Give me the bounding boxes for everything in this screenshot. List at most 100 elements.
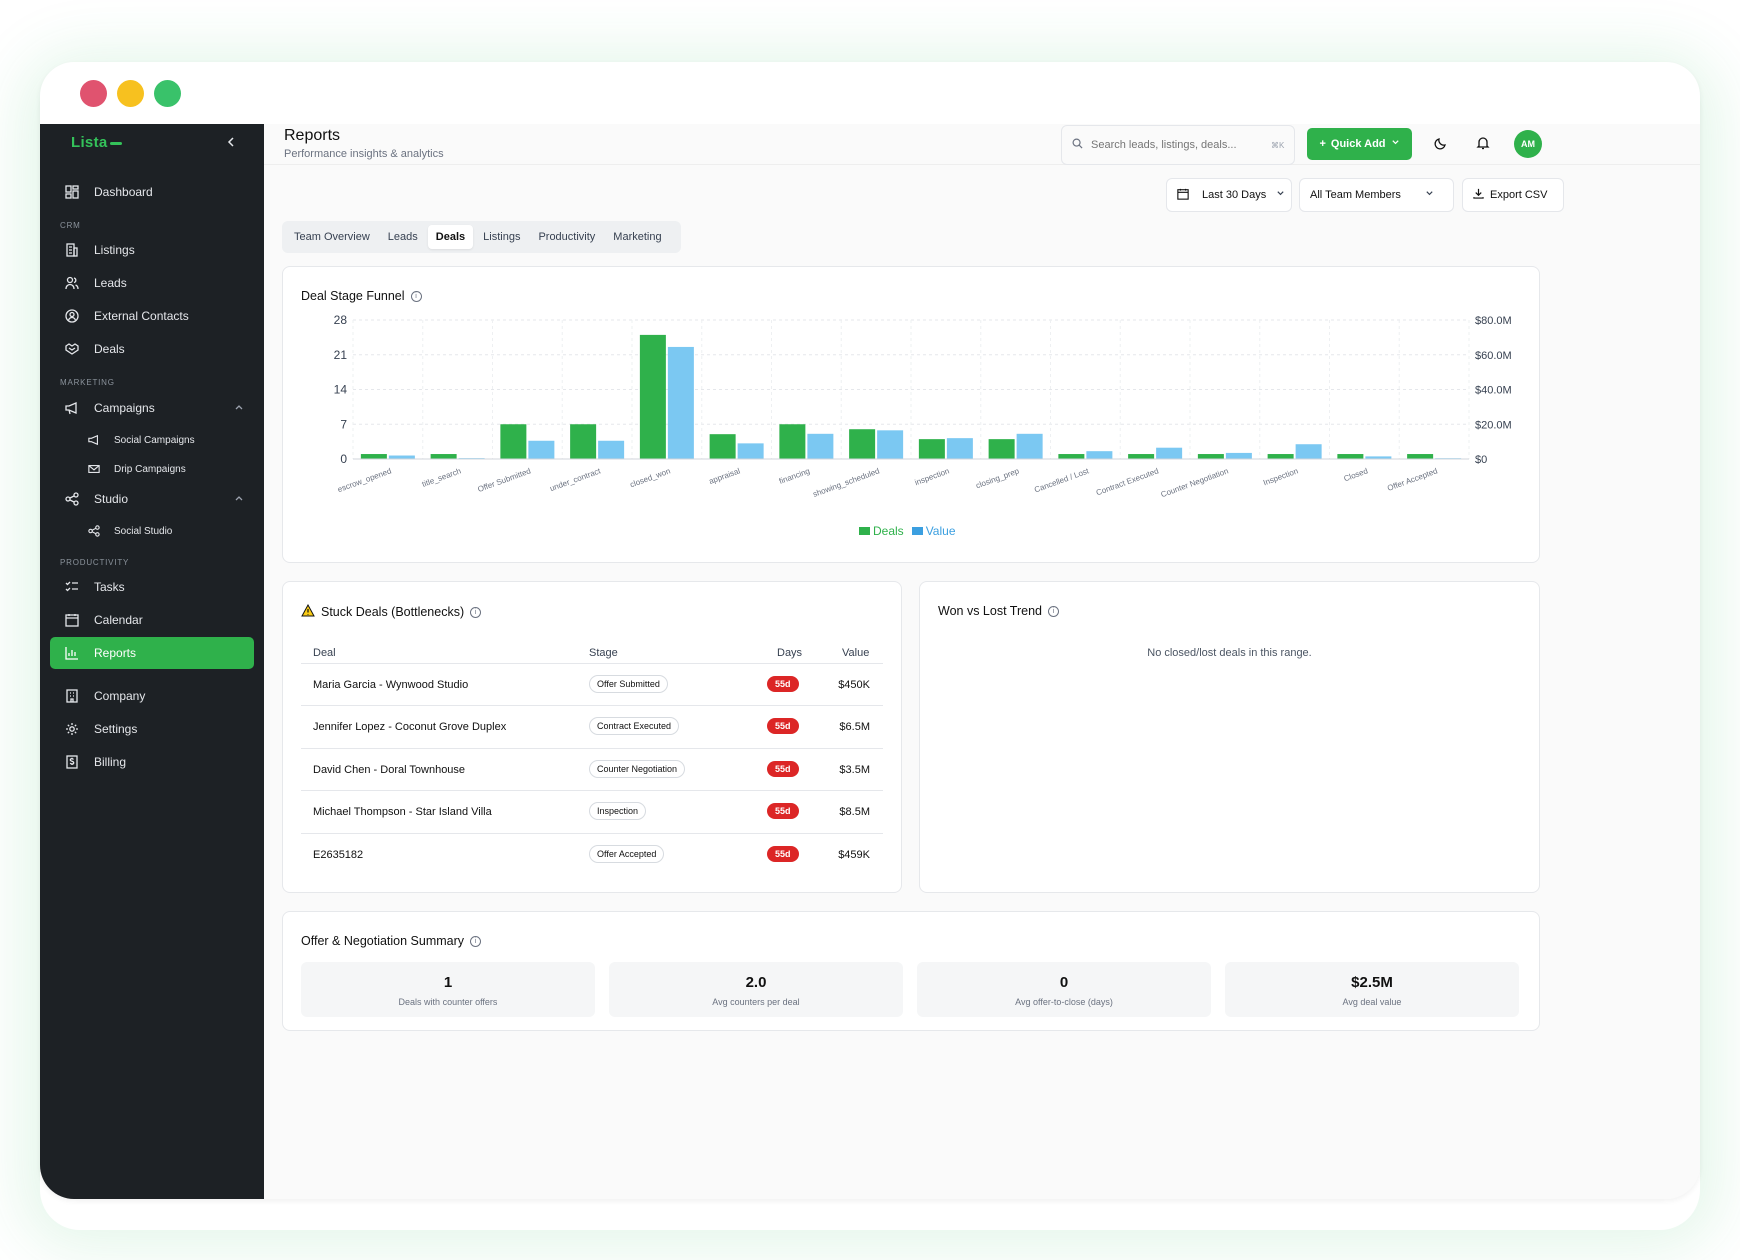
team-members-value: All Team Members — [1310, 189, 1401, 201]
deal-value: $3.5M — [839, 764, 870, 776]
table-row[interactable]: David Chen - Doral Townhouse Counter Neg… — [301, 748, 883, 791]
sidebar-item-leads[interactable]: Leads — [50, 267, 254, 299]
chevron-up-icon[interactable] — [234, 492, 244, 506]
y-left-tick-label: 0 — [340, 452, 347, 466]
megaphone-icon — [82, 434, 106, 446]
deal-name[interactable]: Jennifer Lopez - Coconut Grove Duplex — [313, 721, 506, 733]
sidebar-item-label: Deals — [94, 342, 125, 356]
sidebar-item-social-campaigns[interactable]: Social Campaigns — [72, 424, 254, 456]
column-header-value[interactable]: Value — [842, 647, 869, 659]
sidebar-item-company[interactable]: Company — [50, 680, 254, 712]
stat-value: $2.5M — [1351, 974, 1393, 991]
sidebar-item-studio[interactable]: Studio — [50, 483, 254, 515]
sidebar-item-tasks[interactable]: Tasks — [50, 571, 254, 603]
x-tick-label: inspection — [914, 466, 951, 487]
deal-value: $8.5M — [839, 806, 870, 818]
tab-productivity[interactable]: Productivity — [530, 225, 603, 249]
maximize-window-button[interactable] — [154, 80, 181, 107]
tab-listings[interactable]: Listings — [475, 225, 528, 249]
summary-title: Offer & Negotiation Summary i — [301, 934, 482, 948]
sidebar-item-deals[interactable]: Deals — [50, 333, 254, 365]
sidebar-item-campaigns[interactable]: Campaigns — [50, 392, 254, 424]
chevron-up-icon[interactable] — [234, 401, 244, 415]
search-box[interactable]: ⌘K — [1061, 125, 1295, 165]
bar-deals — [570, 424, 597, 459]
won-vs-lost-card: Won vs Lost Trend i No closed/lost deals… — [919, 581, 1540, 893]
x-tick-label: Closed — [1343, 466, 1369, 483]
sidebar-item-drip-campaigns[interactable]: Drip Campaigns — [72, 453, 254, 485]
bar-value — [388, 455, 415, 459]
sidebar-item-dashboard[interactable]: Dashboard — [50, 176, 254, 208]
x-tick-label: under_contract — [549, 466, 603, 493]
tab-marketing[interactable]: Marketing — [605, 225, 669, 249]
collapse-sidebar-icon[interactable] — [226, 134, 236, 151]
x-tick-label: financing — [778, 466, 811, 485]
info-icon[interactable]: i — [470, 606, 482, 618]
team-members-select[interactable]: All Team Members — [1299, 178, 1454, 212]
export-csv-label: Export CSV — [1490, 189, 1548, 201]
sidebar-item-social-studio[interactable]: Social Studio — [72, 515, 254, 547]
days-badge: 55d — [767, 803, 799, 819]
brand-logo[interactable]: Lista — [71, 134, 122, 151]
megaphone-icon — [60, 401, 84, 415]
tab-deals[interactable]: Deals — [427, 225, 474, 249]
table-row[interactable]: Michael Thompson - Star Island Villa Ins… — [301, 790, 883, 833]
tasks-icon — [60, 580, 84, 594]
summary-title-text: Offer & Negotiation Summary — [301, 934, 465, 948]
notifications-button[interactable] — [1476, 136, 1490, 155]
bar-value — [877, 430, 904, 459]
section-label-crm: CRM — [60, 221, 81, 230]
sidebar-item-billing[interactable]: Billing — [50, 746, 254, 778]
legend-deals[interactable]: Deals — [859, 524, 904, 538]
sidebar-item-settings[interactable]: Settings — [50, 713, 254, 745]
dark-mode-toggle[interactable] — [1434, 136, 1448, 155]
app-window: Lista Dashboard CRM Listings Leads Exter… — [40, 62, 1700, 1199]
sidebar-item-reports[interactable]: Reports — [50, 637, 254, 669]
bar-value — [528, 440, 555, 459]
info-icon[interactable]: i — [1048, 605, 1059, 617]
search-input[interactable] — [1089, 138, 1263, 152]
info-icon[interactable]: i — [410, 290, 422, 302]
column-header-stage[interactable]: Stage — [589, 647, 618, 659]
deal-name[interactable]: Michael Thompson - Star Island Villa — [313, 806, 492, 818]
table-row[interactable]: Maria Garcia - Wynwood Studio Offer Subm… — [301, 663, 883, 706]
bar-deals — [639, 334, 666, 459]
deal-name[interactable]: Maria Garcia - Wynwood Studio — [313, 679, 468, 691]
tab-team-overview[interactable]: Team Overview — [286, 225, 378, 249]
bar-value — [946, 438, 973, 459]
tab-leads[interactable]: Leads — [380, 225, 426, 249]
sidebar-item-external-contacts[interactable]: External Contacts — [50, 300, 254, 332]
table-row[interactable]: E2635182 Offer Accepted 55d $459K — [301, 833, 883, 876]
date-range-select[interactable]: Last 30 Days — [1166, 178, 1292, 212]
column-header-days[interactable]: Days — [777, 647, 802, 659]
minimize-window-button[interactable] — [117, 80, 144, 107]
page-subtitle: Performance insights & analytics — [284, 148, 444, 160]
building-icon — [60, 243, 84, 257]
deal-name[interactable]: David Chen - Doral Townhouse — [313, 764, 465, 776]
chevron-down-icon — [1425, 189, 1434, 201]
calendar-icon — [1177, 188, 1189, 203]
y-left-tick-label: 7 — [340, 417, 347, 431]
sidebar-item-label: Reports — [94, 646, 137, 660]
bar-deals — [1267, 454, 1294, 459]
sidebar-item-listings[interactable]: Listings — [50, 234, 254, 266]
bar-deals — [430, 454, 457, 459]
legend-deals-label: Deals — [873, 524, 904, 538]
sidebar-item-label: Settings — [94, 722, 138, 736]
brand-name: Lista — [71, 134, 108, 151]
top-bar: Reports Performance insights & analytics… — [264, 124, 1700, 165]
legend-value[interactable]: Value — [911, 524, 956, 538]
stuck-deals-card: Stuck Deals (Bottlenecks) i Deal Stage D… — [282, 581, 902, 893]
export-csv-button[interactable]: Export CSV — [1462, 178, 1564, 212]
close-window-button[interactable] — [80, 80, 107, 107]
info-icon[interactable]: i — [470, 935, 482, 947]
stat-value: 2.0 — [745, 974, 767, 991]
sidebar-item-calendar[interactable]: Calendar — [50, 604, 254, 636]
quick-add-button[interactable]: + Quick Add — [1307, 128, 1412, 160]
table-row[interactable]: Jennifer Lopez - Coconut Grove Duplex Co… — [301, 705, 883, 748]
column-header-deal[interactable]: Deal — [313, 647, 336, 659]
avatar[interactable]: AM — [1514, 130, 1542, 158]
bell-icon — [1476, 137, 1490, 154]
deal-name[interactable]: E2635182 — [313, 849, 363, 861]
x-tick-label: Counter Negotiation — [1160, 466, 1230, 499]
